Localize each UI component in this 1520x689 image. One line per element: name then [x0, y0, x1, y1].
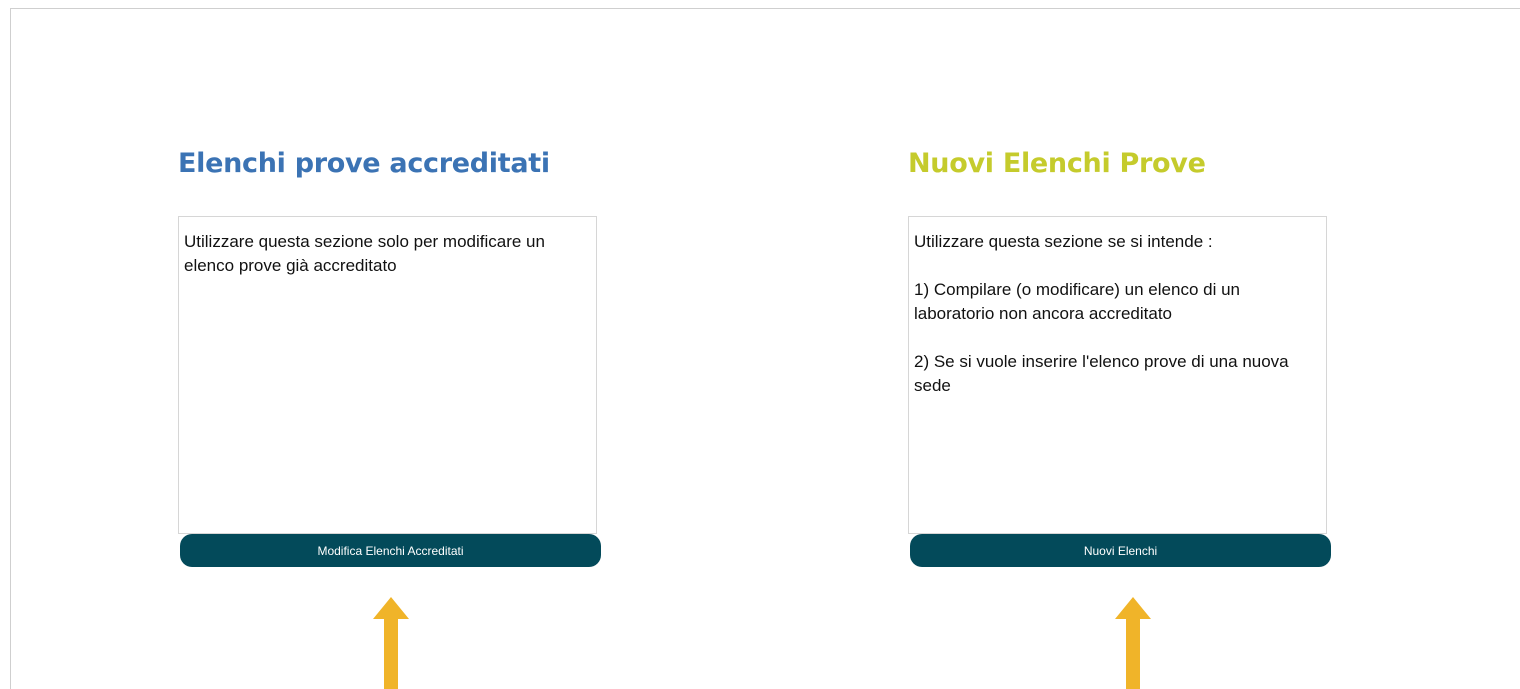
- new-lists-description: Utilizzare questa sezione se si intende …: [908, 216, 1327, 534]
- accredited-lists-description: Utilizzare questa sezione solo per modif…: [178, 216, 597, 534]
- new-lists-button[interactable]: Nuovi Elenchi: [910, 534, 1331, 567]
- arrow-up-icon: [1115, 597, 1151, 689]
- new-lists-section: Nuovi Elenchi Prove Utilizzare questa se…: [908, 140, 1332, 567]
- accredited-lists-section: Elenchi prove accreditati Utilizzare que…: [178, 140, 602, 567]
- frame-top-border: [10, 8, 1520, 9]
- accredited-lists-title: Elenchi prove accreditati: [178, 148, 550, 179]
- arrow-up-icon: [373, 597, 409, 689]
- edit-accredited-lists-button[interactable]: Modifica Elenchi Accreditati: [180, 534, 601, 567]
- frame-left-border: [10, 8, 11, 689]
- new-lists-title: Nuovi Elenchi Prove: [908, 148, 1206, 179]
- page: Elenchi prove accreditati Utilizzare que…: [0, 0, 1520, 689]
